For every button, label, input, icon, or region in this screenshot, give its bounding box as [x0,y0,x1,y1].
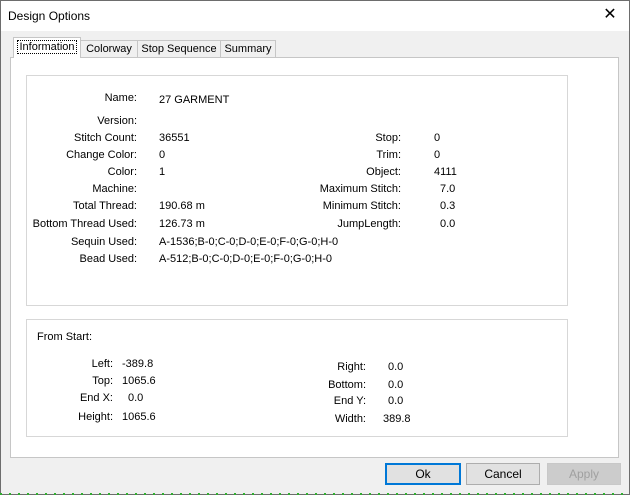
dialog-title: Design Options [8,9,91,23]
cancel-button[interactable]: Cancel [466,463,540,485]
sequin-used-label: Sequin Used: [70,236,137,248]
trim-value: 0 [434,149,441,161]
information-panel: Name: 27 GARMENT Version: Stitch Count: … [10,57,619,458]
right-value: 0.0 [388,361,404,373]
end-x-value: 0.0 [128,392,144,404]
end-y-value: 0.0 [388,395,404,407]
close-icon[interactable]: ✕ [601,6,619,24]
top-label: Top: [92,375,113,387]
jump-length-label: JumpLength: [337,218,401,230]
right-label: Right: [337,361,366,373]
trim-label: Trim: [376,149,401,161]
from-start-group: From Start: Left: -389.8 Top: 1065.6 End… [26,319,568,437]
design-options-dialog: Design Options ✕ Information Colorway St… [0,0,630,495]
name-label: Name: [104,92,137,104]
version-label: Version: [97,115,137,127]
maximum-stitch-label: Maximum Stitch: [319,183,401,195]
height-value: 1065.6 [122,411,156,423]
name-value: 27 GARMENT [159,94,230,106]
left-label: Left: [91,358,113,370]
stitch-count-value: 36551 [159,132,190,144]
bottom-thread-value: 126.73 m [159,218,205,230]
bottom-value: 0.0 [388,379,404,391]
apply-button[interactable]: Apply [547,463,621,485]
color-value: 1 [159,166,166,178]
end-x-label: End X: [79,392,113,404]
minimum-stitch-label: Minimum Stitch: [322,200,401,212]
title-bar: Design Options ✕ [1,1,629,31]
maximum-stitch-value: 7.0 [440,183,456,195]
bead-used-value: A-512;B-0;C-0;D-0;E-0;F-0;G-0;H-0 [159,253,332,265]
tab-information[interactable]: Information [13,37,81,58]
height-label: Height: [78,411,113,423]
top-value: 1065.6 [122,375,156,387]
stitch-count-label: Stitch Count: [74,132,137,144]
ok-button[interactable]: Ok [385,463,461,485]
from-start-heading: From Start: [37,331,93,343]
design-info-group: Name: 27 GARMENT Version: Stitch Count: … [26,75,568,306]
jump-length-value: 0.0 [440,218,456,230]
bottom-label: Bottom: [328,379,366,391]
change-color-value: 0 [159,149,166,161]
sequin-used-value: A-1536;B-0;C-0;D-0;E-0;F-0;G-0;H-0 [159,236,339,248]
minimum-stitch-value: 0.3 [440,200,456,212]
width-label: Width: [334,413,366,425]
end-y-label: End Y: [333,395,366,407]
object-value: 4111 [434,166,457,178]
bottom-thread-label: Bottom Thread Used: [32,218,137,230]
change-color-label: Change Color: [66,149,137,161]
tab-information-label: Information [17,40,77,54]
total-thread-label: Total Thread: [72,200,137,212]
total-thread-value: 190.68 m [159,200,205,212]
left-value: -389.8 [122,358,154,370]
width-value: 389.8 [383,413,411,425]
machine-label: Machine: [92,183,137,195]
object-label: Object: [366,166,401,178]
bead-used-label: Bead Used: [79,253,137,265]
stop-value: 0 [434,132,441,144]
stop-label: Stop: [375,132,401,144]
color-label: Color: [107,166,137,178]
